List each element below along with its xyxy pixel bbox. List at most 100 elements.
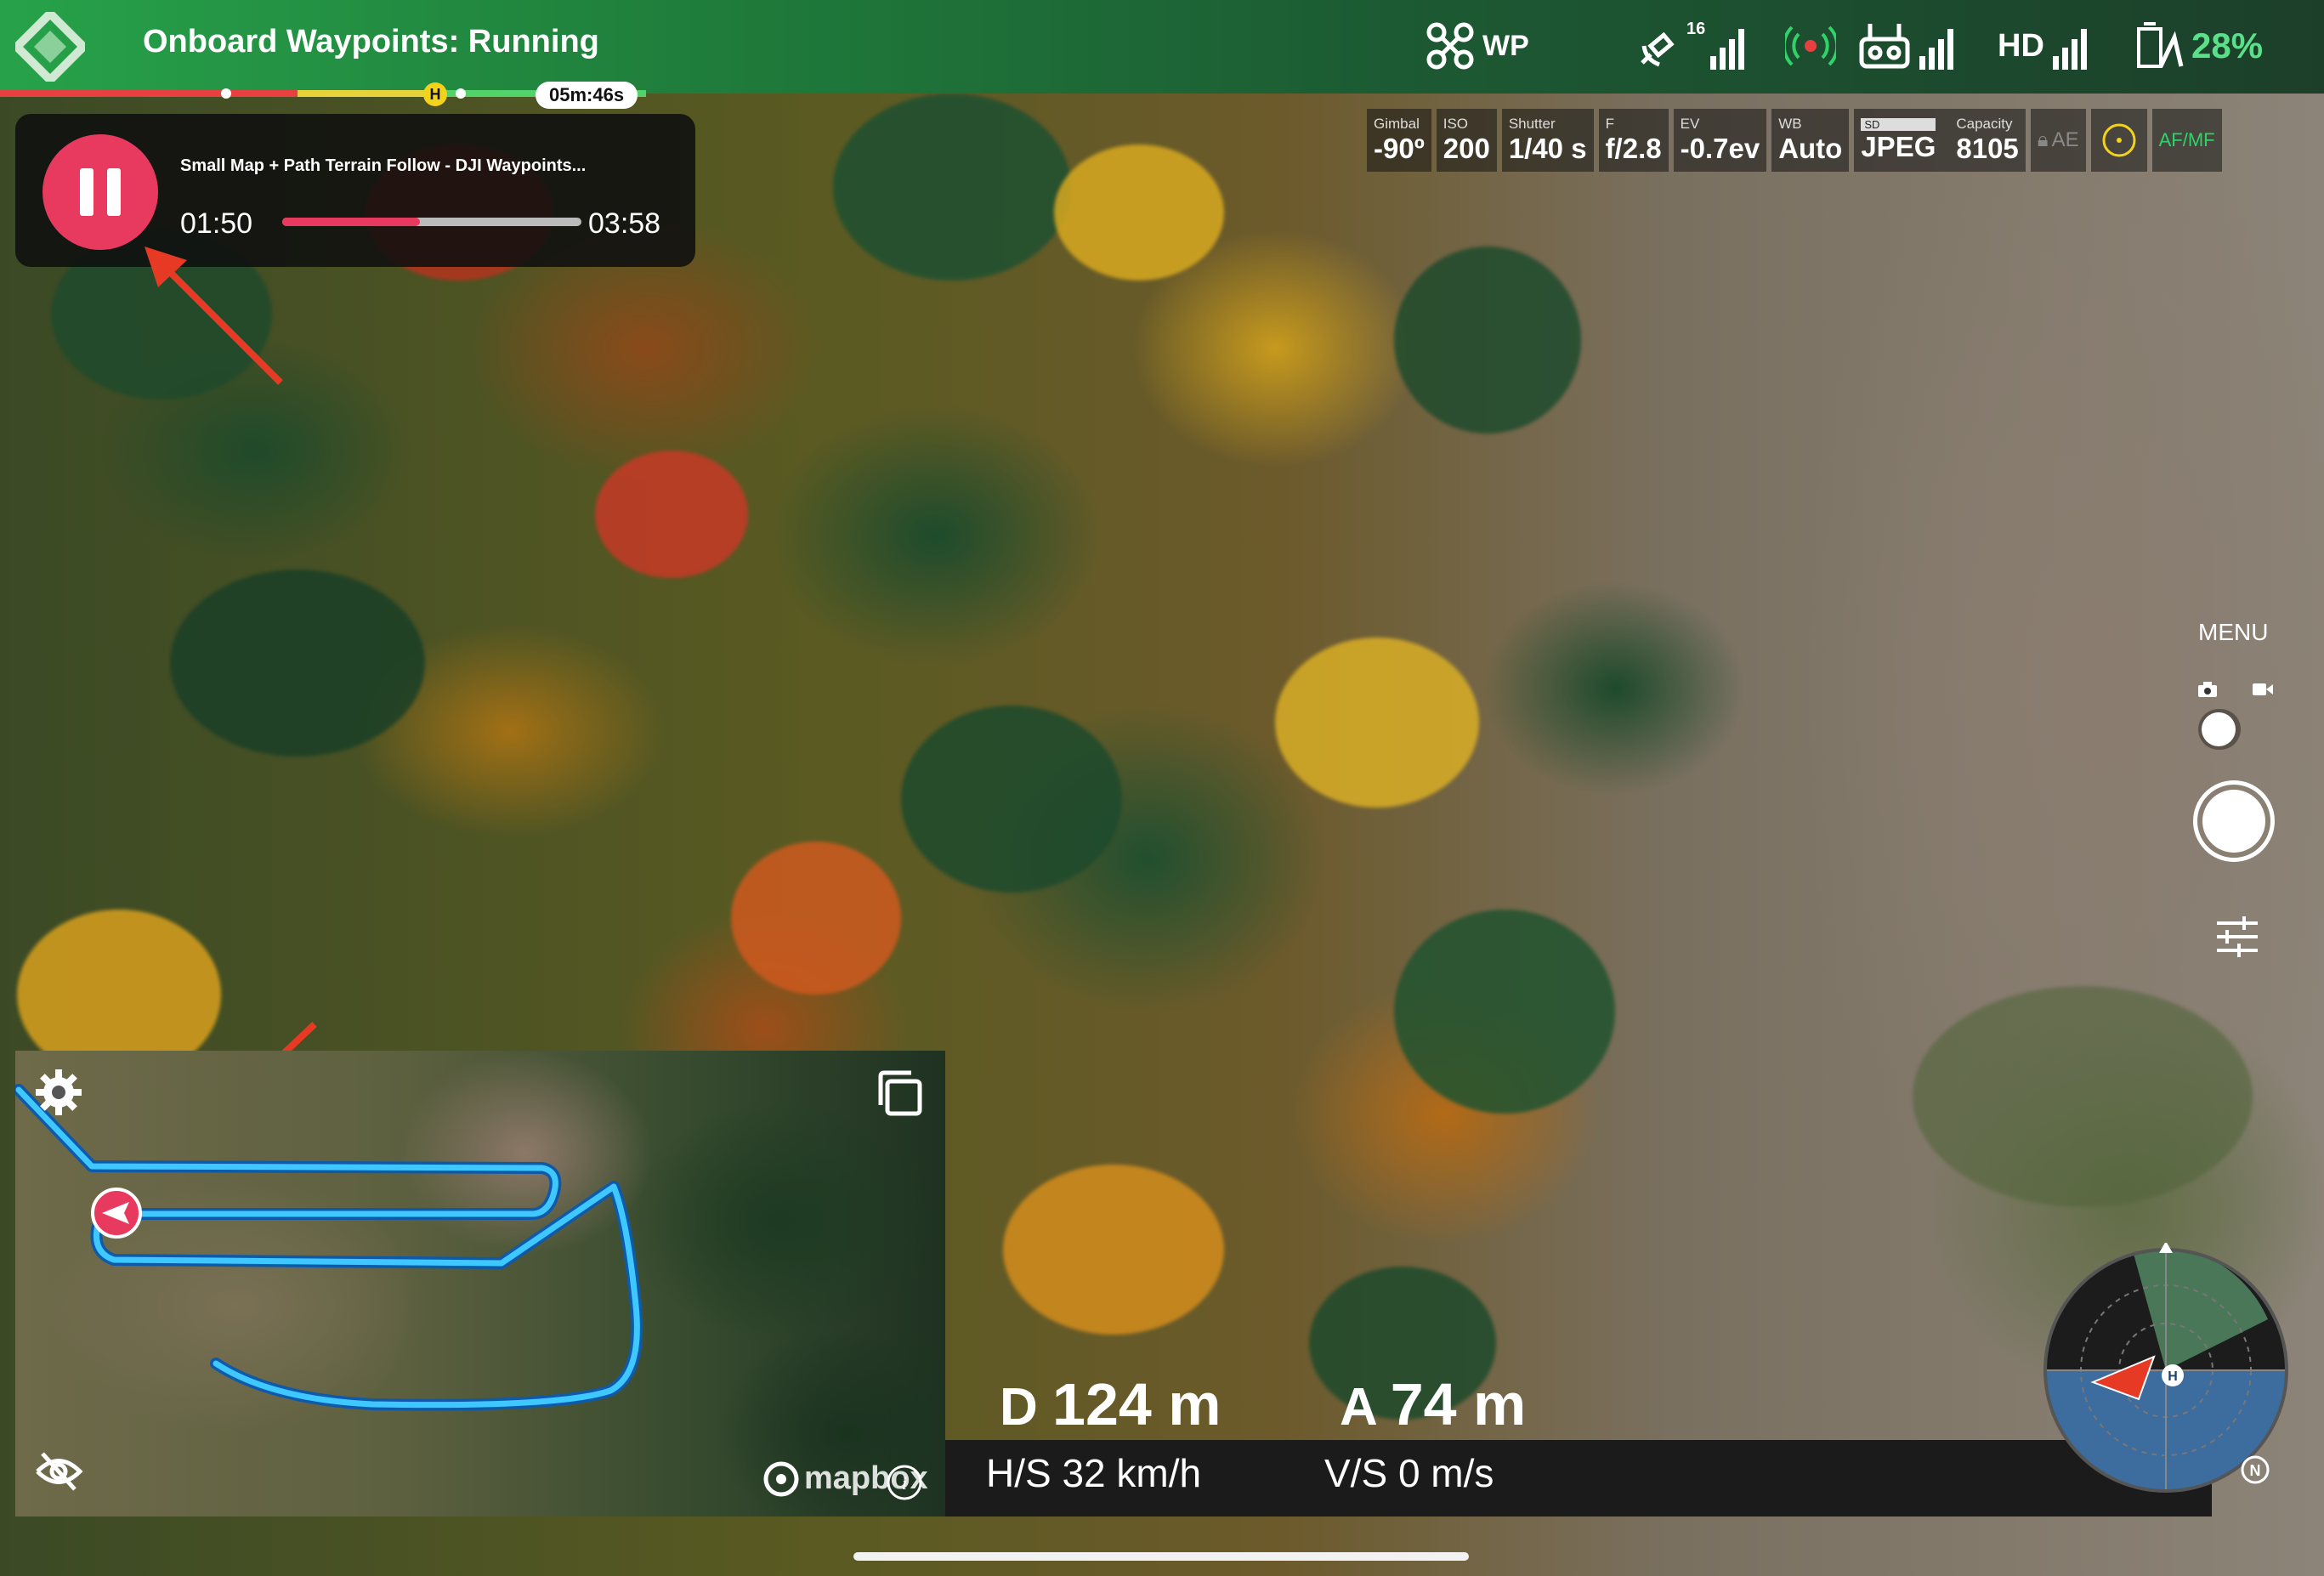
horizontal-speed-label: H/S (986, 1451, 1051, 1495)
tree-cluster (1394, 247, 1581, 434)
timeline-segment (298, 90, 434, 97)
gps-indicator[interactable]: 16 (1639, 19, 1751, 73)
mission-total-time: 03:58 (588, 207, 661, 240)
app-logo-icon[interactable] (15, 12, 85, 82)
tree-cluster (595, 451, 748, 578)
rc-signal-bars-icon (1919, 29, 1953, 70)
tree-cluster (901, 706, 1122, 893)
af-mf-label: AF/MF (2158, 129, 2215, 150)
pause-icon (80, 168, 121, 216)
capacity-label: Capacity (1956, 116, 2013, 132)
gear-icon[interactable] (34, 1068, 83, 1117)
pause-mission-button[interactable] (43, 134, 158, 250)
mission-name: Small Map + Path Terrain Follow - DJI Wa… (180, 156, 587, 175)
radar-home-label: H (2168, 1369, 2178, 1384)
shutter-value: 1/40 s (1508, 133, 1587, 164)
svg-text:i: i (902, 1472, 907, 1494)
video-camera-icon[interactable] (2251, 680, 2275, 699)
distance-value: 124 m (1052, 1371, 1222, 1437)
ae-lock-button[interactable]: 🔒︎ AE (2030, 109, 2086, 172)
satellite-icon (1641, 31, 1675, 67)
iso-label: ISO (1443, 116, 1469, 132)
battery-indicator[interactable]: 28% (2135, 19, 2263, 73)
ae-label: AE (2051, 128, 2079, 151)
lock-icon: 🔒︎ (2037, 128, 2049, 151)
aperture-label: F (1605, 116, 1614, 132)
flight-mode-indicator[interactable]: WP (1425, 19, 1529, 73)
video-link-indicator[interactable]: HD (1998, 19, 2094, 73)
ev-label: EV (1680, 116, 1700, 132)
timeline-marker (456, 88, 466, 99)
wb-setting[interactable]: WB Auto (1771, 109, 1850, 172)
gps-signal-bars-icon (1710, 29, 1745, 70)
drone-position-marker-icon (91, 1188, 142, 1239)
annotation-arrow (145, 247, 283, 385)
rtk-indicator[interactable] (1785, 19, 1836, 73)
altitude-label: A (1340, 1378, 1376, 1437)
eye-slash-icon[interactable] (34, 1450, 83, 1493)
video-signal-bars-icon (2052, 29, 2087, 70)
altitude-value: 74 m (1390, 1371, 1527, 1437)
info-icon[interactable]: i (886, 1464, 923, 1501)
wb-label: WB (1778, 116, 1802, 132)
sd-card-icon: SD (1861, 117, 1936, 131)
tree-cluster (1275, 638, 1479, 808)
vertical-speed-label: V/S (1324, 1451, 1388, 1495)
camera-settings-sliders-icon[interactable] (2213, 915, 2261, 959)
top-status-bar: Onboard Waypoints: Running WP 16 HD 28% (0, 0, 2324, 94)
remote-controller-indicator[interactable] (1858, 19, 1960, 73)
iso-setting[interactable]: ISO 200 (1436, 109, 1497, 172)
flight-mode-label: WP (1482, 29, 1529, 62)
mapbox-logo-icon (763, 1461, 799, 1496)
aperture-setting[interactable]: F f/2.8 (1598, 109, 1669, 172)
clearing (1913, 986, 2253, 1207)
aperture-value: f/2.8 (1605, 133, 1662, 164)
photo-camera-icon[interactable] (2196, 680, 2219, 699)
gimbal-value: -90º (1374, 133, 1425, 164)
rtk-signal-icon (1785, 26, 1836, 66)
ev-setting[interactable]: EV -0.7ev (1673, 109, 1767, 172)
timeline-marker (221, 88, 231, 99)
capacity-value: 8105 (1956, 133, 2019, 164)
north-marker-label: N (2250, 1462, 2261, 1479)
flight-path-icon (15, 1084, 643, 1411)
mission-panel: Small Map + Path Terrain Follow - DJI Wa… (15, 114, 695, 267)
battery-percent: 28% (2191, 26, 2264, 65)
horizontal-speed-readout: H/S 32 km/h (986, 1450, 1201, 1496)
mission-elapsed-time: 01:50 (180, 207, 253, 240)
remote-controller-icon (1859, 24, 1910, 69)
tree-cluster (1003, 1165, 1224, 1335)
ev-value: -0.7ev (1680, 133, 1760, 164)
tree-cluster (1054, 145, 1224, 281)
focus-target-button[interactable] (2090, 109, 2147, 172)
vertical-speed-readout: V/S 0 m/s (1324, 1450, 1494, 1496)
distance-label: D (1000, 1378, 1038, 1437)
af-mf-button[interactable]: AF/MF (2151, 109, 2222, 172)
mission-eta-badge: 05m:46s (536, 82, 638, 109)
toggle-knob (2202, 712, 2236, 746)
shutter-setting[interactable]: Shutter 1/40 s (1501, 109, 1594, 172)
drone-icon (1426, 22, 1474, 70)
tree-cluster (731, 842, 901, 995)
battery-icon (2137, 22, 2184, 68)
distance-readout: D 124 m (1000, 1370, 1222, 1438)
home-point-marker: H (423, 82, 447, 106)
focus-target-icon (2102, 123, 2136, 157)
format-value: JPEG (1861, 130, 1936, 162)
timeline-segment (0, 90, 298, 97)
tree-cluster (170, 570, 425, 757)
horizontal-speed-value: 32 km/h (1062, 1451, 1202, 1495)
mission-progress-fill (282, 218, 420, 226)
radar-compass[interactable]: H N (2038, 1243, 2293, 1498)
gimbal-label: Gimbal (1374, 116, 1420, 132)
camera-menu-button[interactable]: MENU (2198, 619, 2268, 646)
storage-setting[interactable]: SD JPEG Capacity 8105 (1854, 109, 2026, 172)
minimap[interactable]: mapbox i (15, 1051, 945, 1516)
shutter-label: Shutter (1508, 116, 1556, 132)
home-indicator-bar[interactable] (853, 1552, 1469, 1561)
gimbal-setting[interactable]: Gimbal -90º (1367, 109, 1431, 172)
satellite-count: 16 (1686, 19, 1706, 38)
iso-value: 200 (1443, 133, 1490, 164)
altitude-readout: A 74 m (1340, 1370, 1526, 1438)
expand-icon[interactable] (874, 1068, 925, 1119)
